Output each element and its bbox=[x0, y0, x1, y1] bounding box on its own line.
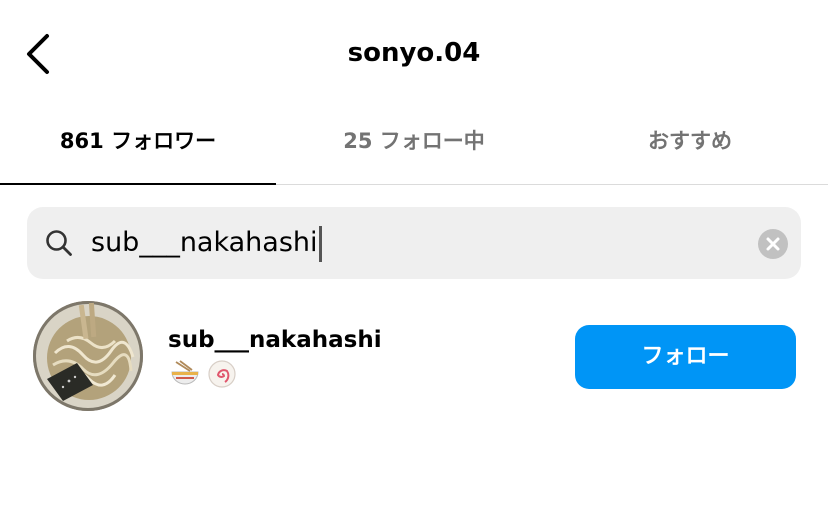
bio-emojis bbox=[170, 359, 237, 389]
search-input-text: sub___nakahashi bbox=[91, 227, 318, 258]
text-caret bbox=[318, 225, 322, 262]
tab-followers[interactable]: 861 フォロワー bbox=[0, 110, 276, 185]
avatar[interactable] bbox=[33, 301, 143, 411]
clear-icon bbox=[766, 237, 780, 251]
search-input[interactable]: sub___nakahashi bbox=[91, 223, 322, 263]
tab-suggested[interactable]: おすすめ bbox=[552, 110, 828, 185]
search-bar[interactable]: sub___nakahashi bbox=[27, 207, 801, 279]
active-tab-indicator bbox=[0, 183, 276, 185]
username[interactable]: sub___nakahashi bbox=[168, 327, 382, 353]
list-item[interactable]: sub___nakahashi フォロー bbox=[0, 295, 828, 420]
tab-bar: 861 フォロワー 25 フォロー中 おすすめ bbox=[0, 110, 828, 185]
search-icon bbox=[46, 230, 72, 256]
clear-search-button[interactable] bbox=[758, 229, 788, 259]
page-title: sonyo.04 bbox=[347, 38, 481, 68]
avatar-ramen-photo bbox=[33, 301, 143, 411]
ramen-bowl-emoji bbox=[171, 360, 199, 385]
tab-following[interactable]: 25 フォロー中 bbox=[276, 110, 552, 185]
follow-button[interactable]: フォロー bbox=[575, 325, 796, 389]
fish-cake-emoji bbox=[208, 360, 236, 388]
header: sonyo.04 bbox=[0, 0, 828, 110]
